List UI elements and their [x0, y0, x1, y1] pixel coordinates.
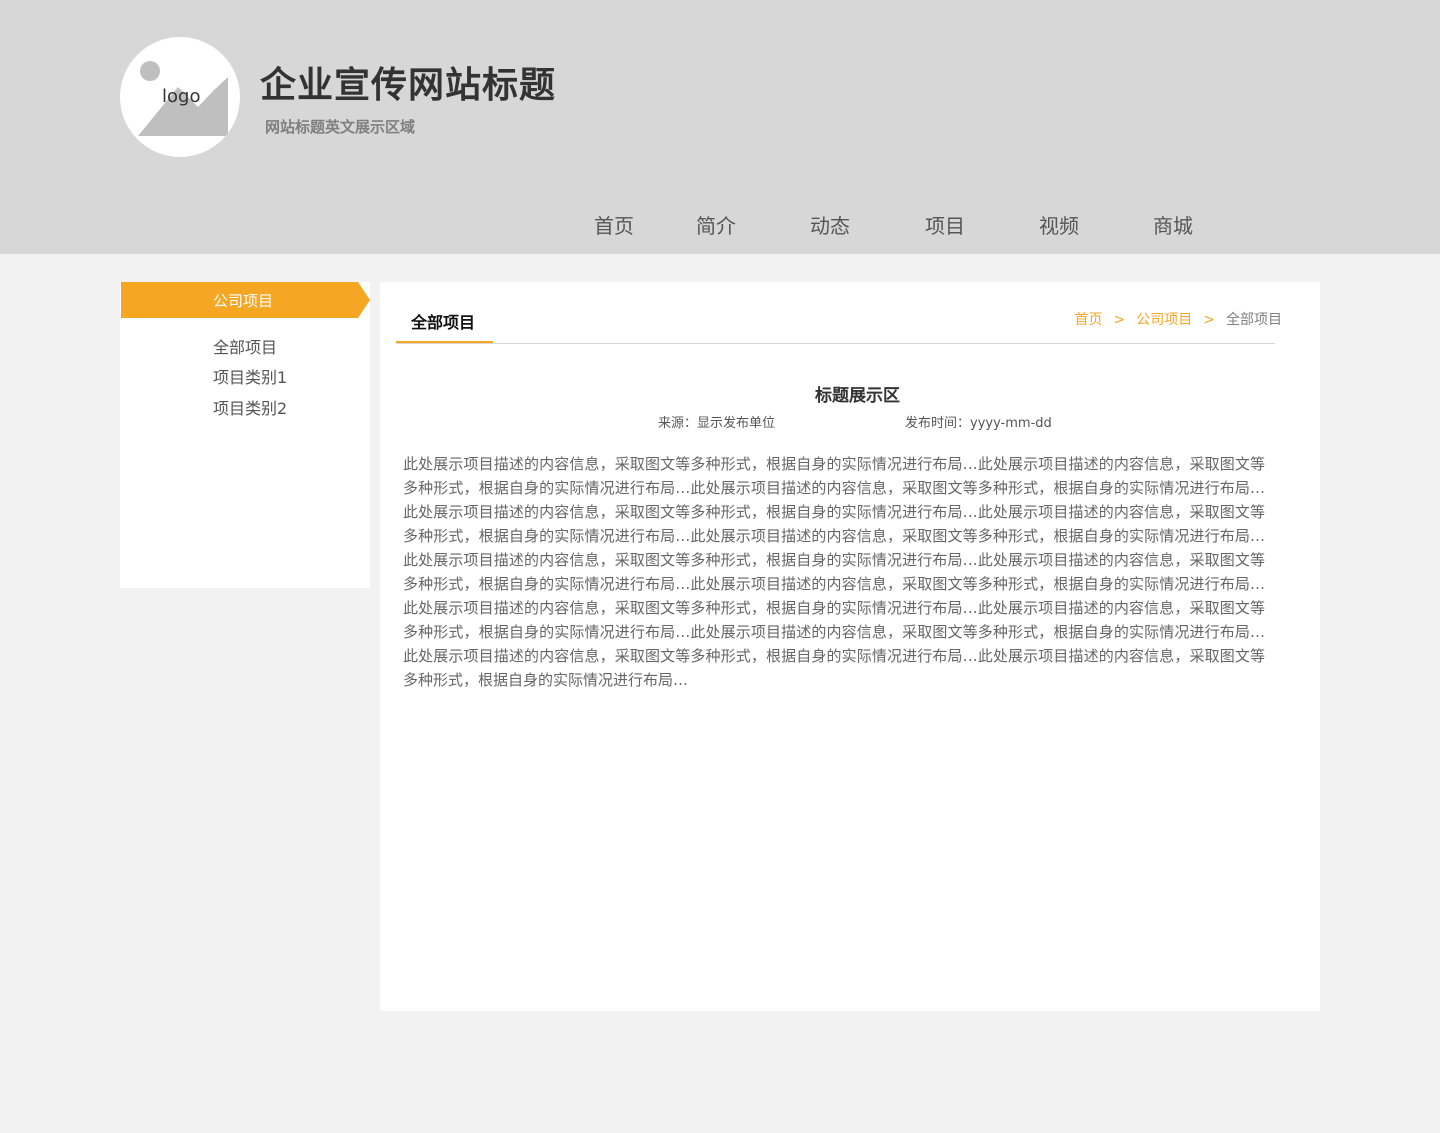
site-header: logo 企业宣传网站标题 网站标题英文展示区域 首页 简介 动态 项目 视频 …	[0, 0, 1440, 254]
sidebar-item-category-2[interactable]: 项目类别2	[213, 395, 287, 419]
divider	[396, 343, 1275, 344]
tab-all-projects[interactable]: 全部项目	[411, 309, 475, 333]
sidebar-item-all[interactable]: 全部项目	[213, 334, 277, 358]
logo[interactable]: logo	[120, 37, 240, 157]
breadcrumb-section[interactable]: 公司项目	[1136, 309, 1192, 329]
sidebar-heading[interactable]: 公司项目	[121, 282, 370, 318]
nav-item-intro[interactable]: 简介	[696, 210, 736, 239]
breadcrumb: 首页 > 公司项目 > 全部项目	[1075, 309, 1282, 329]
sidebar-item-category-1[interactable]: 项目类别1	[213, 364, 287, 388]
site-subtitle: 网站标题英文展示区域	[265, 118, 416, 136]
nav-item-mall[interactable]: 商城	[1153, 210, 1193, 239]
article-title: 标题展示区	[815, 386, 900, 406]
nav-item-news[interactable]: 动态	[810, 210, 850, 239]
nav-item-home[interactable]: 首页	[594, 210, 634, 239]
nav-item-video[interactable]: 视频	[1039, 210, 1079, 239]
article-publish-time: 发布时间：yyyy-mm-dd	[905, 416, 1052, 431]
logo-text: logo	[162, 86, 201, 107]
article-source: 来源：显示发布单位	[658, 416, 776, 431]
nav-item-projects[interactable]: 项目	[925, 210, 965, 239]
sidebar: 公司项目 全部项目 项目类别1 项目类别2	[120, 282, 370, 588]
main-nav: 首页 简介 动态 项目 视频 商城	[0, 210, 1440, 240]
article-body: 此处展示项目描述的内容信息，采取图文等多种形式，根据自身的实际情况进行布局…此处…	[403, 455, 1265, 689]
breadcrumb-separator: >	[1113, 312, 1126, 328]
content-panel: 全部项目 首页 > 公司项目 > 全部项目 标题展示区 来源：显示发布单位 发布时间：y…	[380, 282, 1320, 1011]
sidebar-heading-label: 公司项目	[213, 292, 274, 310]
breadcrumb-current: 全部项目	[1226, 312, 1282, 328]
site-title: 企业宣传网站标题	[260, 65, 557, 106]
breadcrumb-separator: >	[1203, 312, 1215, 328]
breadcrumb-home[interactable]: 首页	[1075, 309, 1103, 329]
